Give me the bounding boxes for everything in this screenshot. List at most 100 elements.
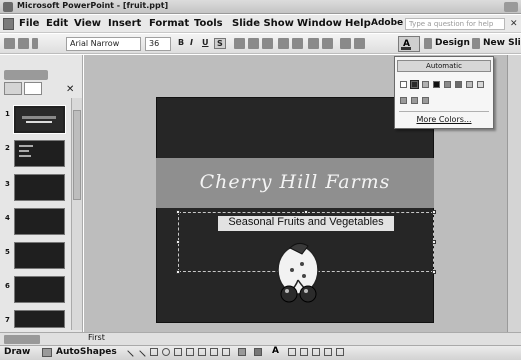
shadow-button[interactable]: S <box>214 38 226 49</box>
align-left-icon[interactable] <box>234 38 245 49</box>
view-toolbar-icons[interactable] <box>4 70 48 80</box>
bold-button[interactable]: B <box>178 38 184 47</box>
shadow-style-icon[interactable] <box>324 348 332 356</box>
resize-handle[interactable] <box>176 270 180 274</box>
italic-button[interactable]: I <box>190 38 193 47</box>
slide-thumbnail-1[interactable] <box>13 105 66 134</box>
menu-format[interactable]: Format <box>149 18 189 29</box>
resize-handle[interactable] <box>176 210 180 214</box>
menu-help[interactable]: Help <box>345 18 371 29</box>
line-style-icon[interactable] <box>288 348 296 356</box>
slide-thumbnail-5[interactable] <box>14 242 65 269</box>
picture-icon[interactable] <box>222 348 230 356</box>
menu-slide-show[interactable]: Slide Show <box>232 18 294 29</box>
color-swatch-recent[interactable] <box>411 97 418 104</box>
clipart-icon[interactable] <box>210 348 218 356</box>
resize-handle[interactable] <box>432 240 436 244</box>
align-right-icon[interactable] <box>262 38 273 49</box>
slide-thumbnail-6[interactable] <box>14 276 65 303</box>
oval-icon[interactable] <box>162 348 170 356</box>
draw-menu-button[interactable]: Draw <box>4 347 30 357</box>
slide-thumbnail-3[interactable] <box>14 174 65 201</box>
workspace-scrollbar[interactable] <box>507 55 521 332</box>
textbox-icon[interactable] <box>174 348 182 356</box>
color-swatch[interactable] <box>422 81 429 88</box>
underline-button[interactable]: U <box>202 38 209 47</box>
arrow-style-icon[interactable] <box>312 348 320 356</box>
slide-subtitle[interactable]: Seasonal Fruits and Vegetables <box>218 216 394 231</box>
dropdown-separator <box>399 111 489 112</box>
menu-edit[interactable]: Edit <box>46 18 68 29</box>
color-swatch-white[interactable] <box>400 81 407 88</box>
select-pointer-icon[interactable] <box>42 348 52 357</box>
tab-slides[interactable] <box>24 82 42 95</box>
slide-number: 7 <box>5 316 10 324</box>
thumb-text <box>19 155 31 157</box>
wordart-icon[interactable] <box>186 348 194 356</box>
slide-thumbnail-4[interactable] <box>14 208 65 235</box>
font-name-select[interactable]: Arial Narrow <box>66 37 141 51</box>
document-icon[interactable] <box>3 18 14 30</box>
color-swatch-recent[interactable] <box>400 97 407 104</box>
slide-number: 6 <box>5 282 10 290</box>
menu-window[interactable]: Window <box>297 18 342 29</box>
autoshapes-menu-button[interactable]: AutoShapes <box>56 347 117 357</box>
decrease-font-icon[interactable] <box>322 38 333 49</box>
close-doc-icon[interactable]: ✕ <box>510 19 518 29</box>
color-swatch-selected[interactable] <box>410 80 419 89</box>
font-size-select[interactable]: 36 <box>145 37 171 51</box>
menu-file[interactable]: File <box>19 18 39 29</box>
toolbar-options-icon[interactable] <box>32 38 38 49</box>
resize-handle[interactable] <box>304 210 308 214</box>
slide-thumbnail-7[interactable] <box>14 310 65 328</box>
thumb-subtitle <box>26 121 52 123</box>
automatic-color-option[interactable]: Automatic <box>397 60 491 72</box>
resize-handle[interactable] <box>432 270 436 274</box>
scrollbar-thumb[interactable] <box>73 110 81 200</box>
notes-pane-text[interactable]: First <box>88 333 105 342</box>
resize-handle[interactable] <box>176 240 180 244</box>
menu-tools[interactable]: Tools <box>194 18 223 29</box>
3d-style-icon[interactable] <box>336 348 344 356</box>
new-slide-icon[interactable] <box>472 38 480 49</box>
tab-outline[interactable] <box>4 82 22 95</box>
slide-number: 1 <box>5 110 10 118</box>
bullets-icon[interactable] <box>292 38 303 49</box>
menu-view[interactable]: View <box>74 18 101 29</box>
close-pane-icon[interactable]: ✕ <box>66 84 74 95</box>
slides-pane-scrollbar[interactable] <box>71 98 82 330</box>
paste-icon[interactable] <box>18 38 29 49</box>
dash-style-icon[interactable] <box>300 348 308 356</box>
numbering-icon[interactable] <box>278 38 289 49</box>
pane-tabs <box>4 82 66 96</box>
color-swatch[interactable] <box>477 81 484 88</box>
design-icon[interactable] <box>424 38 432 49</box>
window-controls[interactable] <box>504 2 518 12</box>
color-swatch[interactable] <box>444 81 451 88</box>
diagram-icon[interactable] <box>198 348 206 356</box>
color-swatch[interactable] <box>455 81 462 88</box>
toolbar-handle-icon[interactable] <box>4 38 15 49</box>
decrease-indent-icon[interactable] <box>340 38 351 49</box>
text-color-icon[interactable]: A <box>272 346 279 356</box>
resize-handle[interactable] <box>432 210 436 214</box>
increase-indent-icon[interactable] <box>354 38 365 49</box>
rectangle-icon[interactable] <box>150 348 158 356</box>
color-swatch[interactable] <box>433 81 440 88</box>
new-slide-button[interactable]: New Slide <box>483 38 521 48</box>
thumb-title-band <box>22 116 56 119</box>
help-question-input[interactable]: Type a question for help <box>405 18 505 30</box>
menu-insert[interactable]: Insert <box>108 18 141 29</box>
align-center-icon[interactable] <box>248 38 259 49</box>
increase-font-icon[interactable] <box>308 38 319 49</box>
slide-title[interactable]: Cherry Hill Farms <box>156 171 434 201</box>
slide-thumbnail-2[interactable] <box>14 140 65 167</box>
view-mode-icons[interactable] <box>4 335 40 344</box>
font-color-button[interactable]: A <box>398 36 420 52</box>
color-swatch[interactable] <box>466 81 473 88</box>
line-color-icon[interactable] <box>254 348 262 356</box>
color-swatch-recent[interactable] <box>422 97 429 104</box>
design-button[interactable]: Design <box>435 38 470 48</box>
more-colors-option[interactable]: More Colors... <box>394 115 494 124</box>
fill-color-icon[interactable] <box>238 348 246 356</box>
